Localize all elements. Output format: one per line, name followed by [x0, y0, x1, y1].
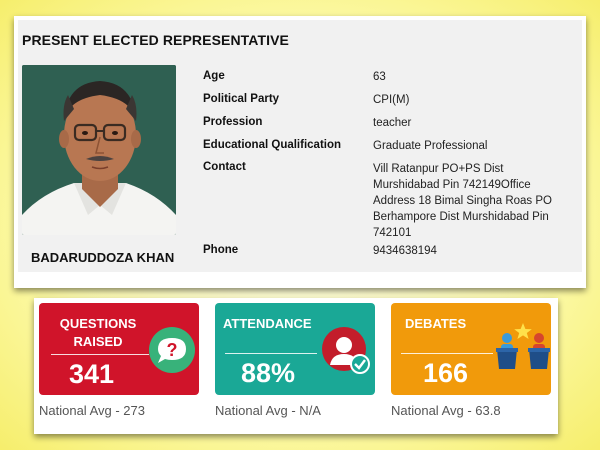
stats-panel: QUESTIONS RAISED 341 ? ATTENDANCE 88% DE… — [34, 298, 558, 434]
questions-value: 341 — [69, 359, 115, 389]
representative-card: PRESENT ELECTED REPRESENTATIVE BADARUDDO… — [18, 20, 582, 272]
questions-card: QUESTIONS RAISED 341 ? — [39, 303, 199, 395]
debates-title: DEBATES — [405, 316, 467, 331]
questions-title: QUESTIONS RAISED — [59, 316, 137, 349]
representative-name: BADARUDDOZA KHAN — [31, 250, 175, 265]
question-bubble-icon: ? — [147, 325, 197, 375]
representative-panel: PRESENT ELECTED REPRESENTATIVE BADARUDDO… — [14, 16, 586, 288]
debates-national-avg: National Avg - 63.8 — [391, 403, 501, 418]
attendance-divider — [225, 353, 317, 354]
user-check-icon — [320, 325, 372, 377]
debate-podium-icon — [495, 321, 551, 371]
attendance-card: ATTENDANCE 88% — [215, 303, 375, 395]
contact-label: Contact — [203, 161, 246, 173]
party-value: CPI(M) — [373, 94, 410, 106]
section-title: PRESENT ELECTED REPRESENTATIVE — [22, 32, 289, 48]
svg-text:?: ? — [167, 340, 178, 360]
profession-value: teacher — [373, 117, 412, 129]
attendance-national-avg: National Avg - N/A — [215, 403, 321, 418]
phone-label: Phone — [203, 244, 239, 256]
debates-value: 166 — [423, 358, 469, 388]
questions-divider — [51, 354, 149, 355]
attendance-value: 88% — [241, 358, 296, 388]
profession-label: Profession — [203, 116, 263, 128]
phone-value: 9434638194 — [373, 245, 437, 257]
questions-national-avg: National Avg - 273 — [39, 403, 145, 418]
debates-divider — [401, 353, 493, 354]
attendance-title: ATTENDANCE — [223, 316, 312, 331]
party-label: Political Party — [203, 93, 280, 105]
age-label: Age — [203, 70, 225, 82]
contact-value: Vill Ratanpur PO+PS Dist Murshidabad Pin… — [373, 163, 552, 239]
education-label: Educational Qualification — [203, 139, 342, 151]
education-value: Graduate Professional — [373, 140, 488, 152]
age-value: 63 — [373, 71, 386, 83]
debates-card: DEBATES 166 — [391, 303, 551, 395]
representative-photo — [22, 65, 176, 235]
